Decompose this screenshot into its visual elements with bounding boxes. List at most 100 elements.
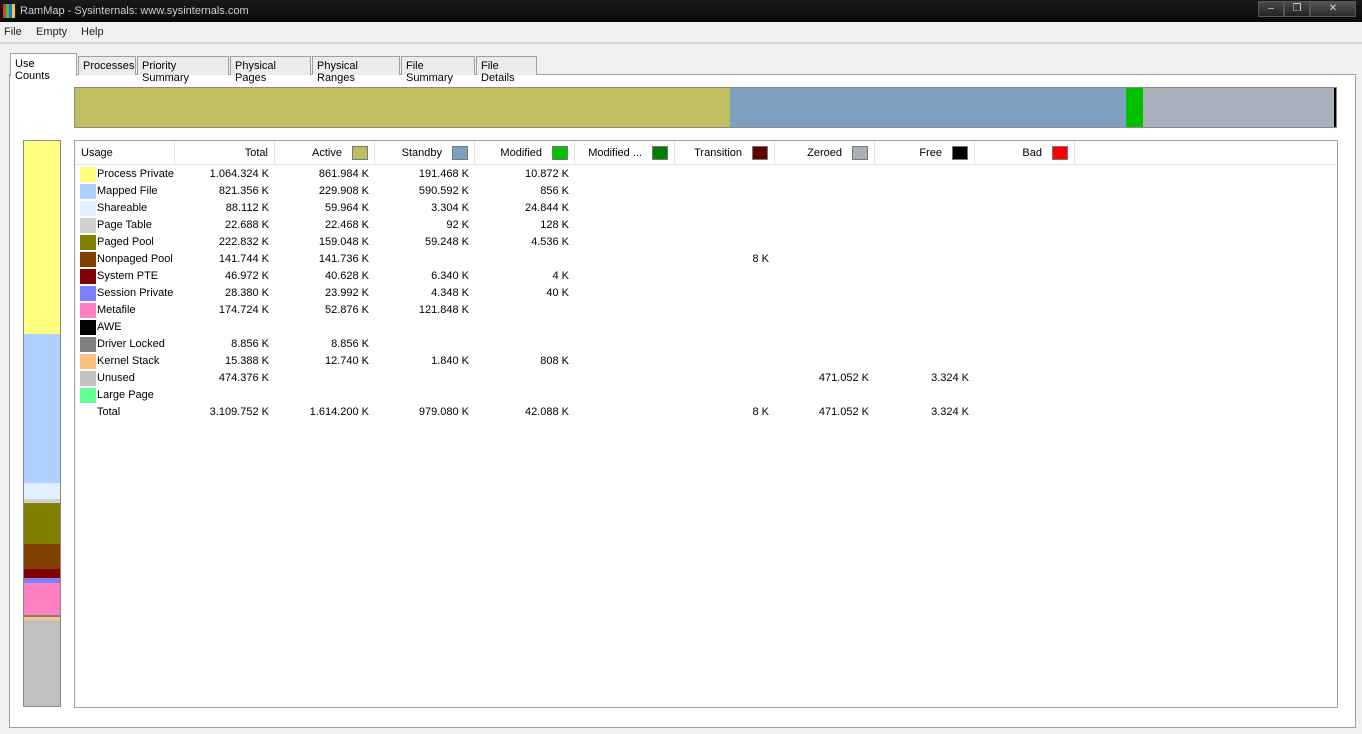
cell-zeroed [775,319,869,336]
tab-physical-ranges[interactable]: Physical Ranges [312,56,400,84]
column-header-active[interactable]: Active [275,141,375,165]
cell-modified [575,217,669,234]
use-counts-table[interactable]: Usage Total Active Standby Modified Modified … [74,140,1338,708]
vbar-segment-shareable [24,483,60,499]
column-header-label: Modified ... [588,147,642,159]
cell-total: 141.744 K [218,253,269,265]
column-header-total[interactable]: Total [175,141,275,165]
cell-transition [675,319,769,336]
tab-use-counts[interactable]: Use Counts [10,53,77,82]
column-header-modified[interactable]: Modified [475,141,575,165]
cell-bad [975,319,1069,336]
tab-file-summary[interactable]: File Summary [401,56,475,84]
column-color-swatch [752,146,768,160]
cell-active: 59.964 K [324,202,369,214]
cell-modified [575,268,669,285]
menu-file[interactable]: File [4,26,22,38]
vbar-segment-mapped-file [24,334,60,483]
tab-priority-summary[interactable]: Priority Summary [137,56,229,84]
cell-free [875,217,969,234]
table-row[interactable]: Page Table 22.688 K 22.468 K 92 K 128 K [75,217,1337,234]
table-row[interactable]: Paged Pool 222.832 K 159.048 K 59.248 K 4.53… [75,234,1337,251]
usage-name: Driver Locked [97,338,165,350]
cell-free: 3.324 K [931,406,969,418]
cell-modified [575,234,669,251]
tab-file-details[interactable]: File Details [476,56,537,84]
menu-help[interactable]: Help [81,26,104,38]
cell-transition [675,302,769,319]
cell-transition: 8 K [752,406,769,418]
cell-modified [575,404,669,421]
table-row[interactable]: Session Private 28.380 K 23.992 K 4.348 K 40… [75,285,1337,302]
maximize-button[interactable]: ❐ [1284,1,1310,17]
usage-name: Session Private [97,287,174,299]
cell-modified: 10.872 K [524,168,569,180]
column-color-swatch [952,146,968,160]
usage-name: Unused [97,372,135,384]
cell-active: 22.468 K [324,219,369,231]
column-header-zeroed[interactable]: Zeroed [775,141,875,165]
table-row[interactable]: Unused 474.376 K 471.052 K 3.324 K [75,370,1337,387]
cell-zeroed [775,387,869,404]
menu-empty[interactable]: Empty [36,26,67,38]
close-button[interactable]: ✕ [1310,1,1356,17]
table-row[interactable]: Nonpaged Pool 141.744 K 141.736 K 8 K [75,251,1337,268]
cell-total: 821.356 K [218,185,269,197]
table-row-total[interactable]: Total 3.109.752 K 1.614.200 K 979.080 K 42.0… [75,404,1337,421]
cell-free: 3.324 K [931,372,969,384]
cell-active [275,370,369,387]
cell-modified [575,251,669,268]
usage-name: Page Table [97,219,152,231]
cell-standby: 4.348 K [431,287,469,299]
column-header-bad[interactable]: Bad [975,141,1075,165]
column-header-free[interactable]: Free [875,141,975,165]
cell-bad [975,404,1069,421]
usage-color-swatch [80,235,96,250]
table-row[interactable]: System PTE 46.972 K 40.628 K 6.340 K 4 K [75,268,1337,285]
table-row[interactable]: Large Page [75,387,1337,404]
cell-total [175,387,269,404]
cell-standby: 59.248 K [424,236,469,248]
cell-total: 474.376 K [218,372,269,384]
cell-modified [575,370,669,387]
cell-bad [975,285,1069,302]
cell-modified [475,251,569,268]
tab-processes[interactable]: Processes [78,56,136,75]
cell-modified [575,387,669,404]
usage-name: Large Page [97,389,154,401]
table-row[interactable]: Shareable 88.112 K 59.964 K 3.304 K 24.844 K [75,200,1337,217]
rammap-app-icon[interactable] [3,4,15,18]
cell-transition [675,353,769,370]
table-row[interactable]: AWE [75,319,1337,336]
column-header-modified[interactable]: Modified ... [575,141,675,165]
column-header-label: Modified [500,147,542,159]
cell-free [875,166,969,183]
usage-name: Total [97,406,121,418]
table-row[interactable]: Kernel Stack 15.388 K 12.740 K 1.840 K 808 K [75,353,1337,370]
vbar-segment-unused [24,620,60,706]
cell-free [875,268,969,285]
minimize-button[interactable]: – [1258,1,1284,17]
cell-bad [975,183,1069,200]
usage-color-swatch [80,167,96,182]
table-row[interactable]: Driver Locked 8.856 K 8.856 K [75,336,1337,353]
cell-transition [675,217,769,234]
cell-transition [675,285,769,302]
cell-total: 3.109.752 K [209,406,269,418]
table-row[interactable]: Process Private 1.064.324 K 861.984 K 191.4… [75,166,1337,183]
cell-total [175,319,269,336]
column-header-standby[interactable]: Standby [375,141,475,165]
column-header-usage[interactable]: Usage [75,141,175,165]
vbar-segment-metafile [24,583,60,615]
cell-modified: 24.844 K [524,202,569,214]
cell-standby: 3.304 K [431,202,469,214]
column-header-label: Total [244,147,268,159]
tab-physical-pages[interactable]: Physical Pages [230,56,311,84]
column-header-transition[interactable]: Transition [675,141,775,165]
cell-modified: 808 K [540,355,569,367]
table-row[interactable]: Metafile 174.724 K 52.876 K 121.848 K [75,302,1337,319]
table-row[interactable]: Mapped File 821.356 K 229.908 K 590.592 K 85… [75,183,1337,200]
usage-name: Nonpaged Pool [97,253,173,265]
cell-total: 15.388 K [224,355,269,367]
cell-transition [675,166,769,183]
